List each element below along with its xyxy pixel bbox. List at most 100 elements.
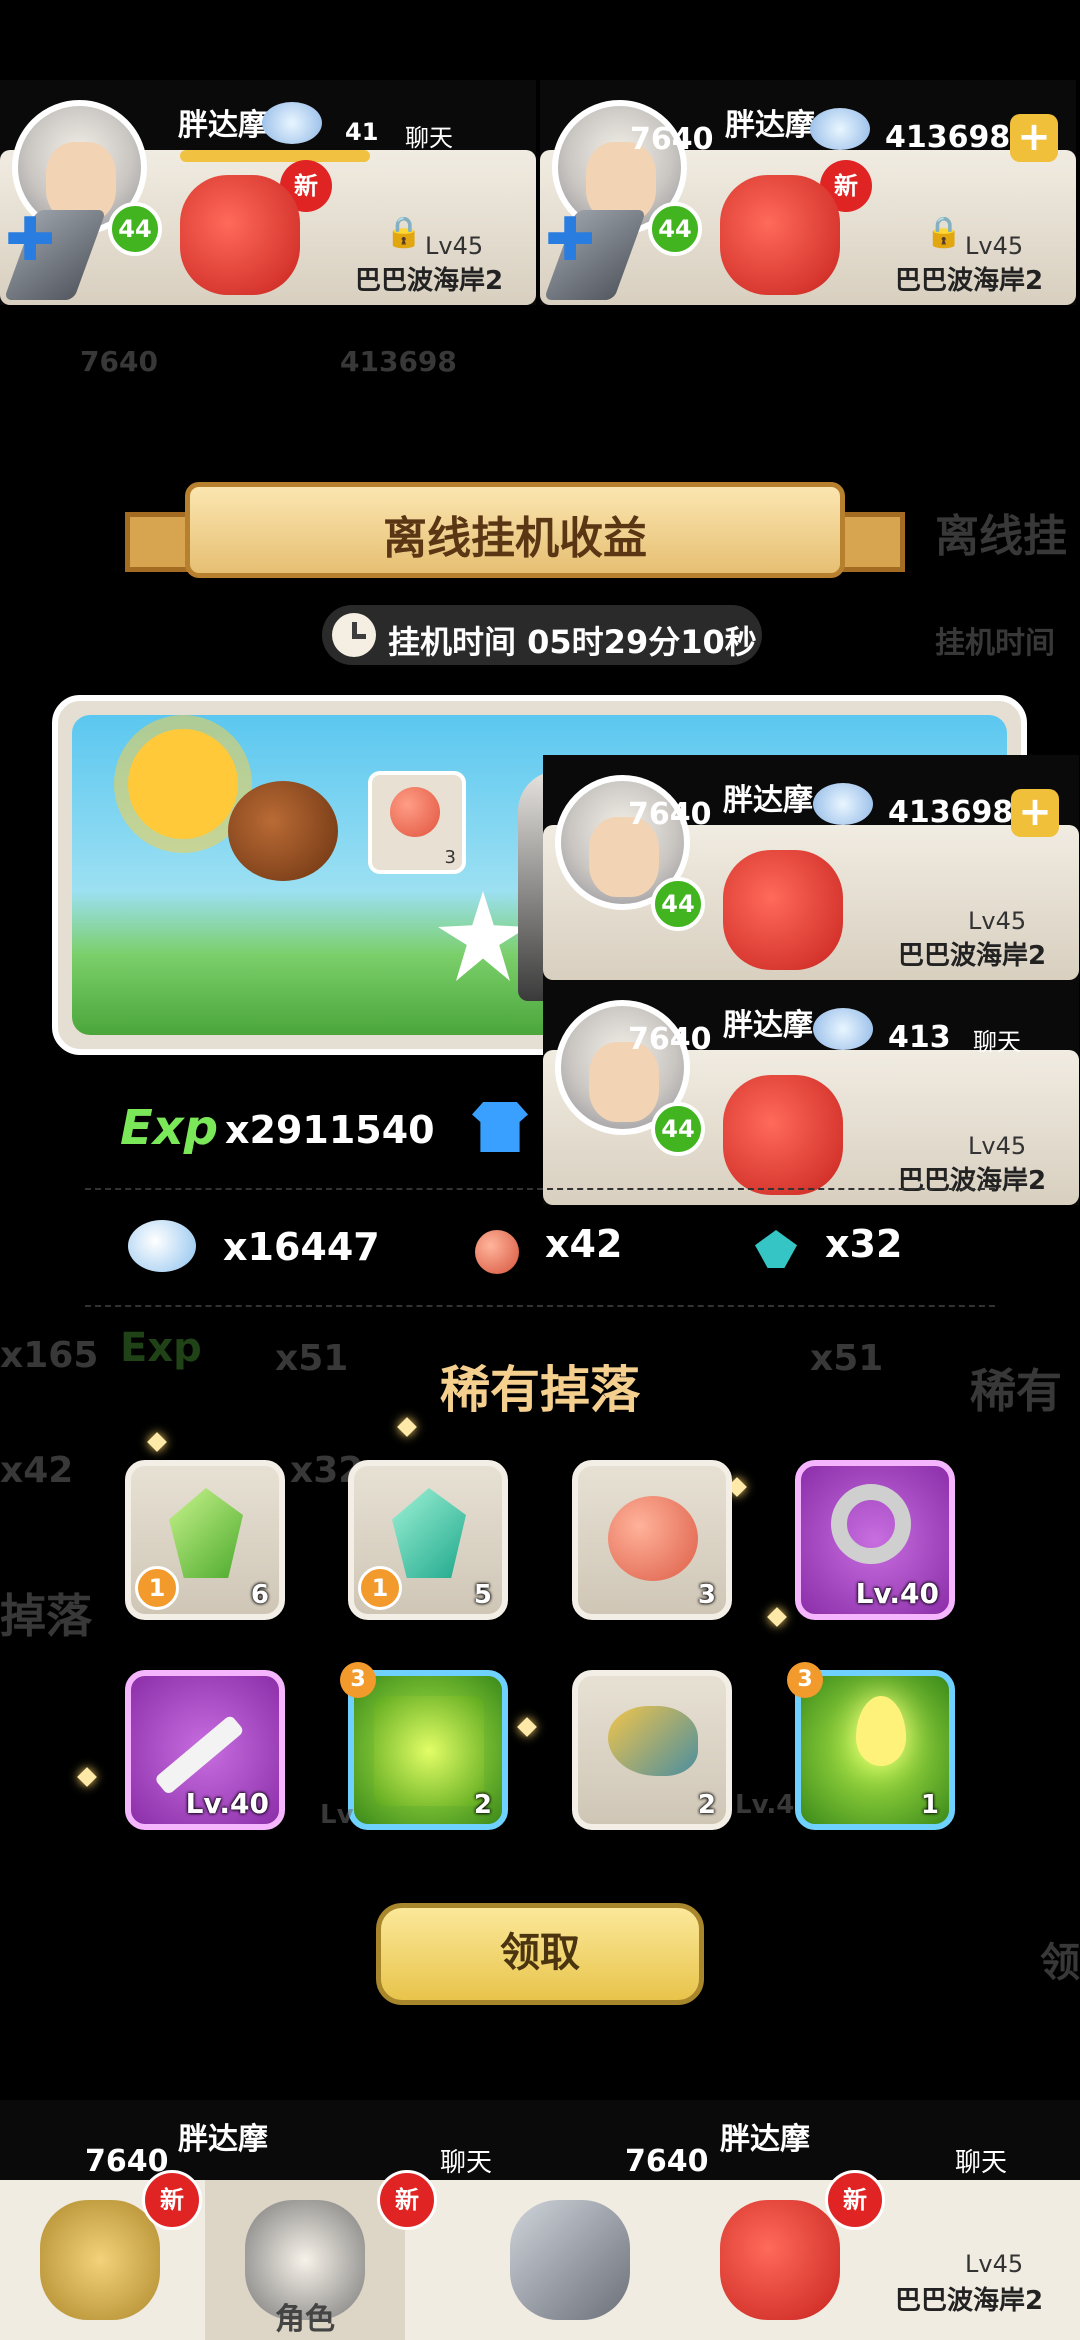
meat-reward-value: x42: [545, 1222, 623, 1266]
pet-dino-icon[interactable]: [723, 1075, 843, 1195]
sparkle: [77, 1767, 97, 1787]
item-level: Lv.40: [855, 1577, 939, 1610]
ring-icon: [831, 1484, 911, 1564]
player-name: 胖达摩: [723, 1008, 813, 1043]
player-header-overlay-2: 44 7640 胖达摩 413 聊天 Lv45 巴巴波海岸2: [543, 980, 1079, 1205]
shell-icon: [262, 102, 322, 144]
ghost-lv: Lv: [320, 1800, 354, 1830]
drop-slot-teal-crystal[interactable]: 1 5: [348, 1460, 508, 1620]
pet-dino-icon: [720, 2200, 840, 2320]
scroll-icon: [374, 1696, 484, 1806]
drop-count: 3: [444, 847, 456, 868]
role-label: 角色: [275, 2302, 335, 2337]
drop-slot-green-scroll[interactable]: 3 2: [340, 1662, 508, 1830]
divider: [85, 1305, 995, 1307]
chat-label[interactable]: 聊天: [440, 2142, 492, 2179]
nav-role[interactable]: 新 角色: [205, 2170, 437, 2340]
clock-icon: [332, 613, 376, 657]
gem-count-partial: 413: [888, 1020, 951, 1055]
drop-slot-dagger[interactable]: Lv.40: [125, 1670, 285, 1830]
lock-icon: 🔒: [925, 215, 963, 250]
meat-icon: [608, 1496, 698, 1581]
ghost-claim: 领: [1040, 1940, 1080, 1986]
item-count: 5: [473, 1580, 492, 1610]
meat-icon: [475, 1230, 519, 1274]
drop-card: 3: [368, 771, 466, 874]
ghost-coin-text: 7640: [80, 345, 158, 378]
chat-label[interactable]: 聊天: [405, 118, 453, 153]
gem-icon: [755, 1230, 797, 1268]
exp-value: x2911540: [225, 1108, 435, 1152]
player-level-badge: 44: [651, 1102, 705, 1156]
drop-icon: [856, 1696, 906, 1766]
map-region: 巴巴波海岸2: [355, 266, 504, 296]
idle-time-text: 挂机时间 05时29分10秒: [388, 623, 757, 661]
map-level: Lv45: [965, 2250, 1024, 2278]
sun-icon: [128, 729, 238, 839]
coin-count: 7640: [628, 1022, 712, 1057]
gem-reward-value: x32: [825, 1222, 903, 1266]
item-count: 1: [920, 1790, 939, 1820]
shell-icon: [813, 783, 873, 825]
player-header-overlay-1: 44 7640 胖达摩 413698 + Lv45 巴巴波海岸2: [543, 755, 1079, 980]
shirt-icon: [472, 1102, 528, 1152]
map-level: Lv45: [968, 907, 1027, 935]
green-crystal-icon: [169, 1488, 243, 1578]
chat-label[interactable]: 聊天: [973, 1022, 1021, 1057]
ghost-lv4: Lv.4: [735, 1790, 795, 1820]
drop-slot-green-drop[interactable]: 3 1: [787, 1662, 955, 1830]
pet-dino-icon[interactable]: [720, 175, 840, 295]
coin-count: 7640: [628, 797, 712, 832]
drop-slot-green-crystal[interactable]: 1 6: [125, 1460, 285, 1620]
offline-earnings-banner: 离线挂机收益: [125, 482, 905, 582]
shell-icon: [810, 108, 870, 150]
lock-icon: 🔒: [385, 215, 423, 250]
pet-dino-icon[interactable]: [723, 850, 843, 970]
ghost-drop: 掉落: [0, 1589, 92, 1643]
blue-cross-icon: ✚: [5, 205, 56, 275]
ghost-gem-text: 413698: [340, 345, 457, 378]
sparkle: [767, 1607, 787, 1627]
claim-button[interactable]: 领取: [376, 1903, 704, 2005]
coin-count: 7640: [625, 2144, 709, 2179]
blue-cross-icon: ✚: [545, 205, 596, 275]
item-count: 2: [473, 1790, 492, 1820]
chat-label[interactable]: 聊天: [955, 2142, 1007, 2179]
player-name: 胖达摩: [725, 108, 815, 143]
item-level: Lv.40: [185, 1787, 269, 1820]
drop-slot-shrimp[interactable]: 2: [572, 1670, 732, 1830]
panel-title: 离线挂机收益: [383, 513, 647, 564]
pet-dino-icon[interactable]: [180, 175, 300, 295]
item-count: 3: [697, 1580, 716, 1610]
exp-bar: [180, 150, 370, 162]
player-level-badge: 44: [648, 202, 702, 256]
nav-pet[interactable]: 新: [0, 2170, 202, 2340]
quality-badge: 1: [135, 1566, 179, 1610]
shrimp-icon: [608, 1706, 698, 1776]
map-region: 巴巴波海岸2: [898, 941, 1047, 971]
gem-count: 413698: [885, 120, 1011, 155]
map-region: 巴巴波海岸2: [895, 2286, 1044, 2316]
teal-crystal-icon: [392, 1488, 466, 1578]
item-count: 6: [250, 1580, 269, 1610]
add-gems-button[interactable]: +: [1011, 789, 1059, 837]
ghost-title: 离线挂: [935, 511, 1067, 562]
gem-count: 413698: [888, 795, 1014, 830]
star-badge: 3: [340, 1662, 376, 1698]
exp-label: Exp: [120, 1100, 219, 1156]
map-level: Lv45: [968, 1132, 1027, 1160]
drop-slot-ring[interactable]: Lv.40: [795, 1460, 955, 1620]
sparkle: [147, 1432, 167, 1452]
shell-icon: [813, 1008, 873, 1050]
player-header-right: 44 7640 胖达摩 413698 + 新 ✚ 🔒 Lv45 巴巴波海岸2: [540, 80, 1076, 305]
new-badge: 新: [825, 2170, 885, 2230]
player-header-left: 44 胖达摩 41 聊天 新 ✚ 🔒 Lv45 巴巴波海岸2: [0, 80, 536, 305]
shell-icon: [128, 1220, 196, 1272]
nav-adventure[interactable]: 新: [700, 2170, 900, 2340]
nav-equipment[interactable]: [470, 2180, 670, 2340]
add-gems-button[interactable]: +: [1010, 114, 1058, 162]
player-level-badge: 44: [651, 877, 705, 931]
pet-icon: [40, 2200, 160, 2320]
drop-slot-meat[interactable]: 3: [572, 1460, 732, 1620]
divider: [85, 1188, 995, 1190]
